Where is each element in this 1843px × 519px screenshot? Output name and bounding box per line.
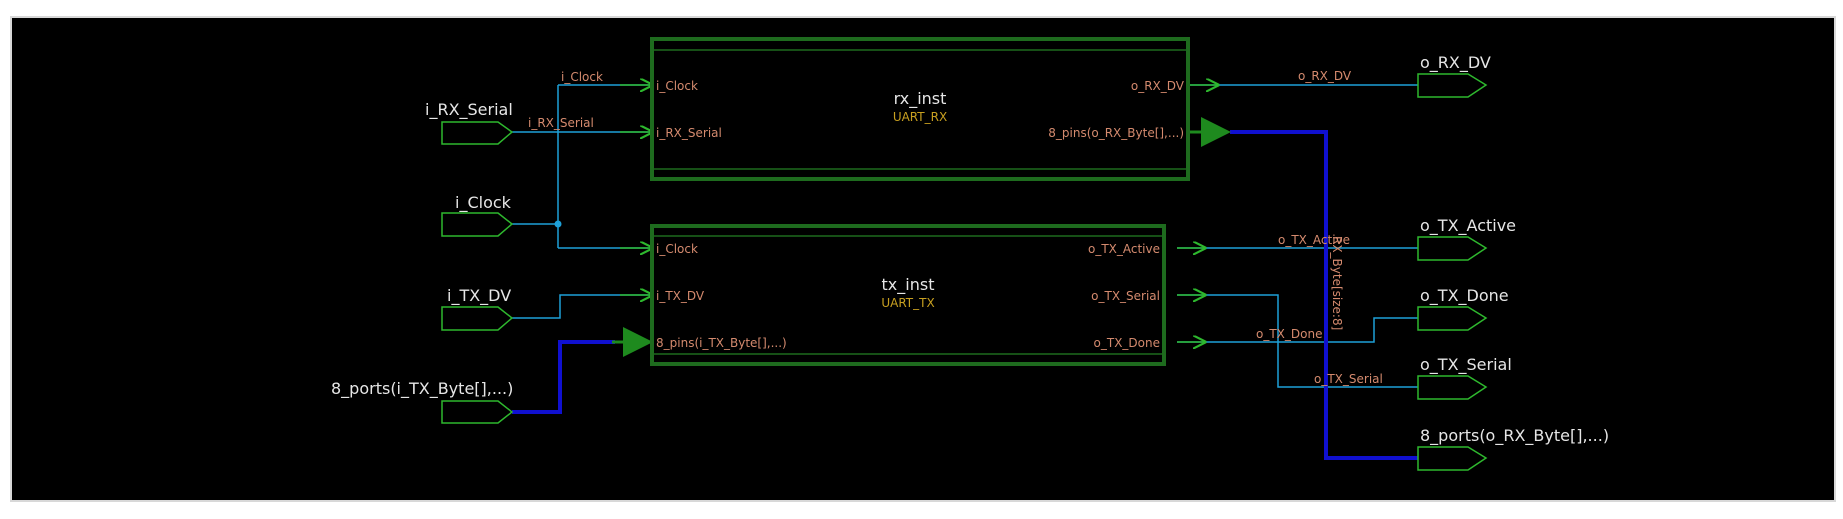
port-o-rx-byte[interactable] — [1417, 446, 1488, 471]
net-label-tx-serial: o_TX_Serial — [1314, 372, 1383, 386]
tx-inst-type: UART_TX — [881, 296, 934, 310]
port-o-tx-done[interactable] — [1417, 306, 1488, 331]
input-ports — [441, 121, 514, 424]
rx-inst-name: rx_inst — [894, 89, 947, 109]
rx-pin-o-rx-dv[interactable]: o_RX_DV — [1131, 79, 1185, 93]
tx-pin-i-clock[interactable]: i_Clock — [656, 242, 698, 256]
port-i-tx-dv[interactable] — [441, 306, 514, 331]
label-o-rx-byte: 8_ports(o_RX_Byte[],...) — [1420, 426, 1609, 446]
rx-pin-o-rx-byte[interactable]: 8_pins(o_RX_Byte[],...) — [1048, 126, 1184, 140]
label-i-tx-byte: 8_ports(i_TX_Byte[],...) — [331, 379, 513, 399]
label-i-clock: i_Clock — [455, 193, 512, 213]
tx-pin-i-tx-dv[interactable]: i_TX_DV — [656, 289, 705, 303]
port-i-tx-byte[interactable] — [441, 400, 514, 424]
rx-pin-i-clock[interactable]: i_Clock — [656, 79, 698, 93]
port-i-clock[interactable] — [441, 212, 514, 237]
bus-i-tx-byte[interactable] — [512, 340, 615, 414]
tx-inst-block[interactable]: tx_inst UART_TX i_Clock i_TX_DV 8_pins(i… — [650, 224, 1166, 366]
port-o-tx-active[interactable] — [1417, 236, 1488, 261]
label-o-rx-dv: o_RX_DV — [1420, 53, 1491, 73]
port-i-rx-serial[interactable] — [441, 121, 514, 145]
label-i-rx-serial: i_RX_Serial — [425, 100, 513, 120]
label-i-tx-dv: i_TX_DV — [447, 286, 511, 306]
label-o-tx-serial: o_TX_Serial — [1420, 355, 1512, 375]
port-o-tx-serial[interactable] — [1417, 375, 1488, 400]
tx-inst-name: tx_inst — [882, 275, 935, 295]
net-label-rx-dv: o_RX_DV — [1298, 69, 1352, 83]
clock-junction — [554, 220, 562, 228]
net-label-rx-serial: i_RX_Serial — [528, 116, 594, 130]
label-o-tx-done: o_TX_Done — [1420, 286, 1509, 306]
net-label-clock: i_Clock — [561, 70, 603, 84]
tx-pin-o-tx-done[interactable]: o_TX_Done — [1094, 336, 1160, 350]
schematic-diagram: rx_inst UART_RX i_Clock i_RX_Serial o_RX… — [331, 37, 1609, 471]
schematic-window: rx_inst UART_RX i_Clock i_RX_Serial o_RX… — [0, 0, 1843, 519]
rx-pin-i-rx-serial[interactable]: i_RX_Serial — [656, 126, 722, 140]
tx-pin-i-tx-byte[interactable]: 8_pins(i_TX_Byte[],...) — [656, 336, 787, 350]
tx-pin-o-tx-active[interactable]: o_TX_Active — [1088, 242, 1160, 256]
rx-inst-type: UART_RX — [893, 110, 947, 124]
tx-pin-o-tx-serial[interactable]: o_TX_Serial — [1091, 289, 1160, 303]
rx-inst-block[interactable]: rx_inst UART_RX i_Clock i_RX_Serial o_RX… — [650, 37, 1190, 181]
wire-i-tx-dv[interactable] — [512, 294, 652, 319]
label-o-tx-active: o_TX_Active — [1420, 216, 1516, 236]
wire-i-clock[interactable] — [512, 84, 652, 249]
net-label-tx-done: o_TX_Done — [1256, 327, 1322, 341]
output-ports — [1417, 73, 1488, 471]
net-label-rx-byte-bus: RX_Byte[size:8] — [1330, 236, 1344, 330]
port-o-rx-dv[interactable] — [1417, 73, 1488, 98]
